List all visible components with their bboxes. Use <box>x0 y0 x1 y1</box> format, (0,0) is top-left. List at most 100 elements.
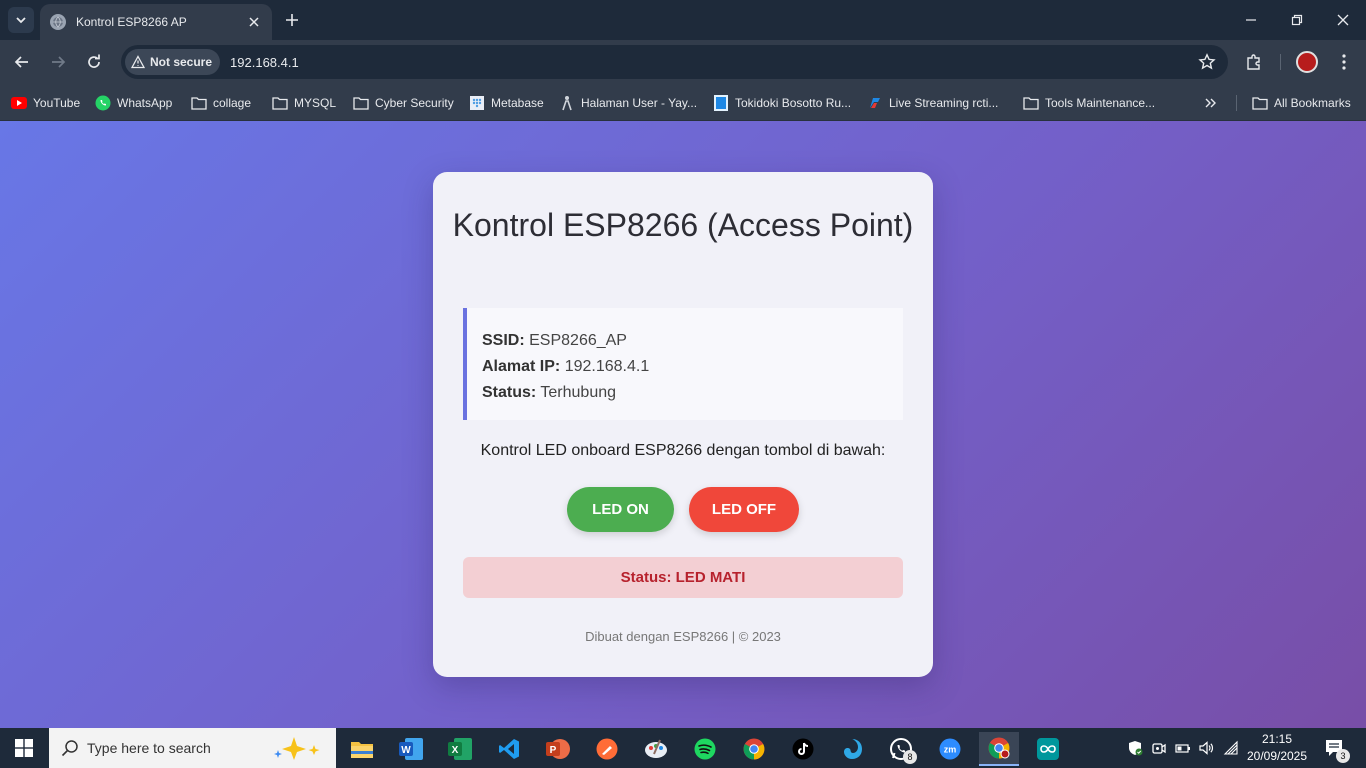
ssid-row: SSID: ESP8266_AP <box>482 328 903 354</box>
bookmark-label: MYSQL <box>294 96 337 110</box>
bookmark-tools-maintenance[interactable]: Tools Maintenance... <box>1023 92 1155 114</box>
wifi-icon <box>1223 740 1238 755</box>
forward-button[interactable] <box>44 48 72 76</box>
toolbar-divider <box>1280 54 1281 70</box>
back-button[interactable] <box>8 48 36 76</box>
ip-row: Alamat IP: 192.168.4.1 <box>482 354 903 380</box>
more-vertical-icon <box>1342 54 1346 70</box>
bookmark-metabase[interactable]: Metabase <box>469 92 544 114</box>
led-off-button[interactable]: LED OFF <box>689 487 799 532</box>
led-on-button[interactable]: LED ON <box>567 487 674 532</box>
taskbar-chrome-active[interactable] <box>979 732 1019 766</box>
powerpoint-icon: P <box>546 739 570 759</box>
system-clock[interactable]: 21:15 20/09/2025 <box>1244 731 1310 765</box>
led-status-box: Status: LED MATI <box>463 557 903 598</box>
taskbar-zoom[interactable]: zm <box>930 732 970 766</box>
taskbar-paint[interactable] <box>636 732 676 766</box>
meet-tray-icon[interactable] <box>1148 728 1170 768</box>
bookmark-label: Tools Maintenance... <box>1045 96 1156 110</box>
close-window-button[interactable] <box>1320 0 1366 40</box>
svg-text:X: X <box>452 745 459 756</box>
ip-value: 192.168.4.1 <box>564 358 650 375</box>
rcti-icon <box>867 95 883 111</box>
page-viewport: Kontrol ESP8266 (Access Point) SSID: ESP… <box>0 121 1366 728</box>
postman-icon <box>596 738 618 760</box>
bookmark-halaman-user[interactable]: Halaman User - Yay... <box>559 92 697 114</box>
tab-search-button[interactable] <box>8 7 34 33</box>
bookmark-mysql[interactable]: MYSQL <box>272 92 336 114</box>
user-site-icon <box>559 95 575 111</box>
folder-icon <box>272 95 288 111</box>
taskbar-spotify[interactable] <box>685 732 725 766</box>
bookmark-label: WhatsApp <box>117 96 173 110</box>
new-tab-button[interactable] <box>282 10 302 30</box>
bookmark-star-icon[interactable] <box>1198 53 1216 71</box>
taskbar-powerpoint[interactable]: P <box>538 732 578 766</box>
svg-text:W: W <box>401 745 411 756</box>
whatsapp-badge: 8 <box>903 750 917 764</box>
security-chip[interactable]: Not secure <box>125 49 221 75</box>
bookmark-site-icon <box>713 95 729 111</box>
word-icon: W <box>399 738 423 760</box>
bookmark-youtube[interactable]: YouTube <box>11 92 80 114</box>
more-bookmarks-button[interactable] <box>1203 92 1225 114</box>
security-tray-icon[interactable] <box>1124 728 1146 768</box>
whatsapp-icon <box>95 95 111 111</box>
minimize-button[interactable] <box>1228 0 1274 40</box>
taskbar-arduino[interactable] <box>1028 732 1068 766</box>
address-bar[interactable]: Not secure 192.168.4.1 <box>121 45 1228 79</box>
search-icon <box>61 740 78 757</box>
clock-time: 21:15 <box>1261 732 1293 746</box>
notification-center-button[interactable]: 3 <box>1324 738 1350 763</box>
taskbar-word[interactable]: W <box>391 732 431 766</box>
tab-title: Kontrol ESP8266 AP <box>76 15 187 29</box>
taskbar-vscode[interactable] <box>489 732 529 766</box>
bookmark-label: Metabase <box>491 96 544 110</box>
restore-button[interactable] <box>1274 0 1320 40</box>
warning-icon <box>131 55 145 69</box>
chevron-double-right-icon <box>1203 95 1219 111</box>
bookmark-label: YouTube <box>33 96 81 110</box>
bookmark-tokidoki[interactable]: Tokidoki Bosotto Ru... <box>713 92 851 114</box>
reload-button[interactable] <box>80 48 108 76</box>
bookmark-label: All Bookmarks <box>1274 96 1351 110</box>
youtube-icon <box>11 95 27 111</box>
profile-button[interactable] <box>1293 48 1321 76</box>
info-box: SSID: ESP8266_AP Alamat IP: 192.168.4.1 … <box>463 308 903 420</box>
folder-icon <box>351 742 373 758</box>
browser-toolbar: Not secure 192.168.4.1 <box>0 40 1366 85</box>
taskbar-excel[interactable]: X <box>440 732 480 766</box>
bookmark-rcti[interactable]: Live Streaming rcti... <box>867 92 998 114</box>
paint-icon <box>645 739 667 758</box>
chrome-profile-icon <box>988 737 1010 759</box>
volume-tray-icon[interactable] <box>1195 728 1217 768</box>
taskbar-chrome[interactable] <box>734 732 774 766</box>
metabase-icon <box>469 95 485 111</box>
active-tab[interactable]: Kontrol ESP8266 AP <box>40 4 272 40</box>
all-bookmarks-button[interactable]: All Bookmarks <box>1252 92 1351 114</box>
taskbar-search[interactable]: Type here to search <box>49 728 336 768</box>
battery-tray-icon[interactable] <box>1172 728 1194 768</box>
minimize-icon <box>1246 19 1256 21</box>
taskbar-whatsapp[interactable]: 8 <box>881 732 921 766</box>
bookmark-label: Halaman User - Yay... <box>581 96 698 110</box>
taskbar-file-explorer[interactable] <box>342 732 382 766</box>
taskbar-postman[interactable] <box>587 732 627 766</box>
bookmark-collage[interactable]: collage <box>191 92 251 114</box>
menu-button[interactable] <box>1330 48 1358 76</box>
puzzle-icon <box>1247 54 1260 70</box>
taskbar-tiktok[interactable] <box>783 732 823 766</box>
bookmark-cyber-security[interactable]: Cyber Security <box>353 92 454 114</box>
start-button[interactable] <box>0 728 48 768</box>
globe-icon <box>50 14 66 30</box>
arrow-left-icon <box>14 56 28 68</box>
extensions-button[interactable] <box>1240 48 1268 76</box>
spotify-icon <box>694 738 716 760</box>
bookmark-label: Live Streaming rcti... <box>889 96 999 110</box>
bookmark-whatsapp[interactable]: WhatsApp <box>95 92 172 114</box>
network-tray-icon[interactable] <box>1220 728 1242 768</box>
bookmark-divider <box>1236 95 1237 111</box>
reload-icon <box>88 54 100 68</box>
close-tab-icon[interactable] <box>246 14 262 30</box>
taskbar-edge-app[interactable] <box>832 732 872 766</box>
